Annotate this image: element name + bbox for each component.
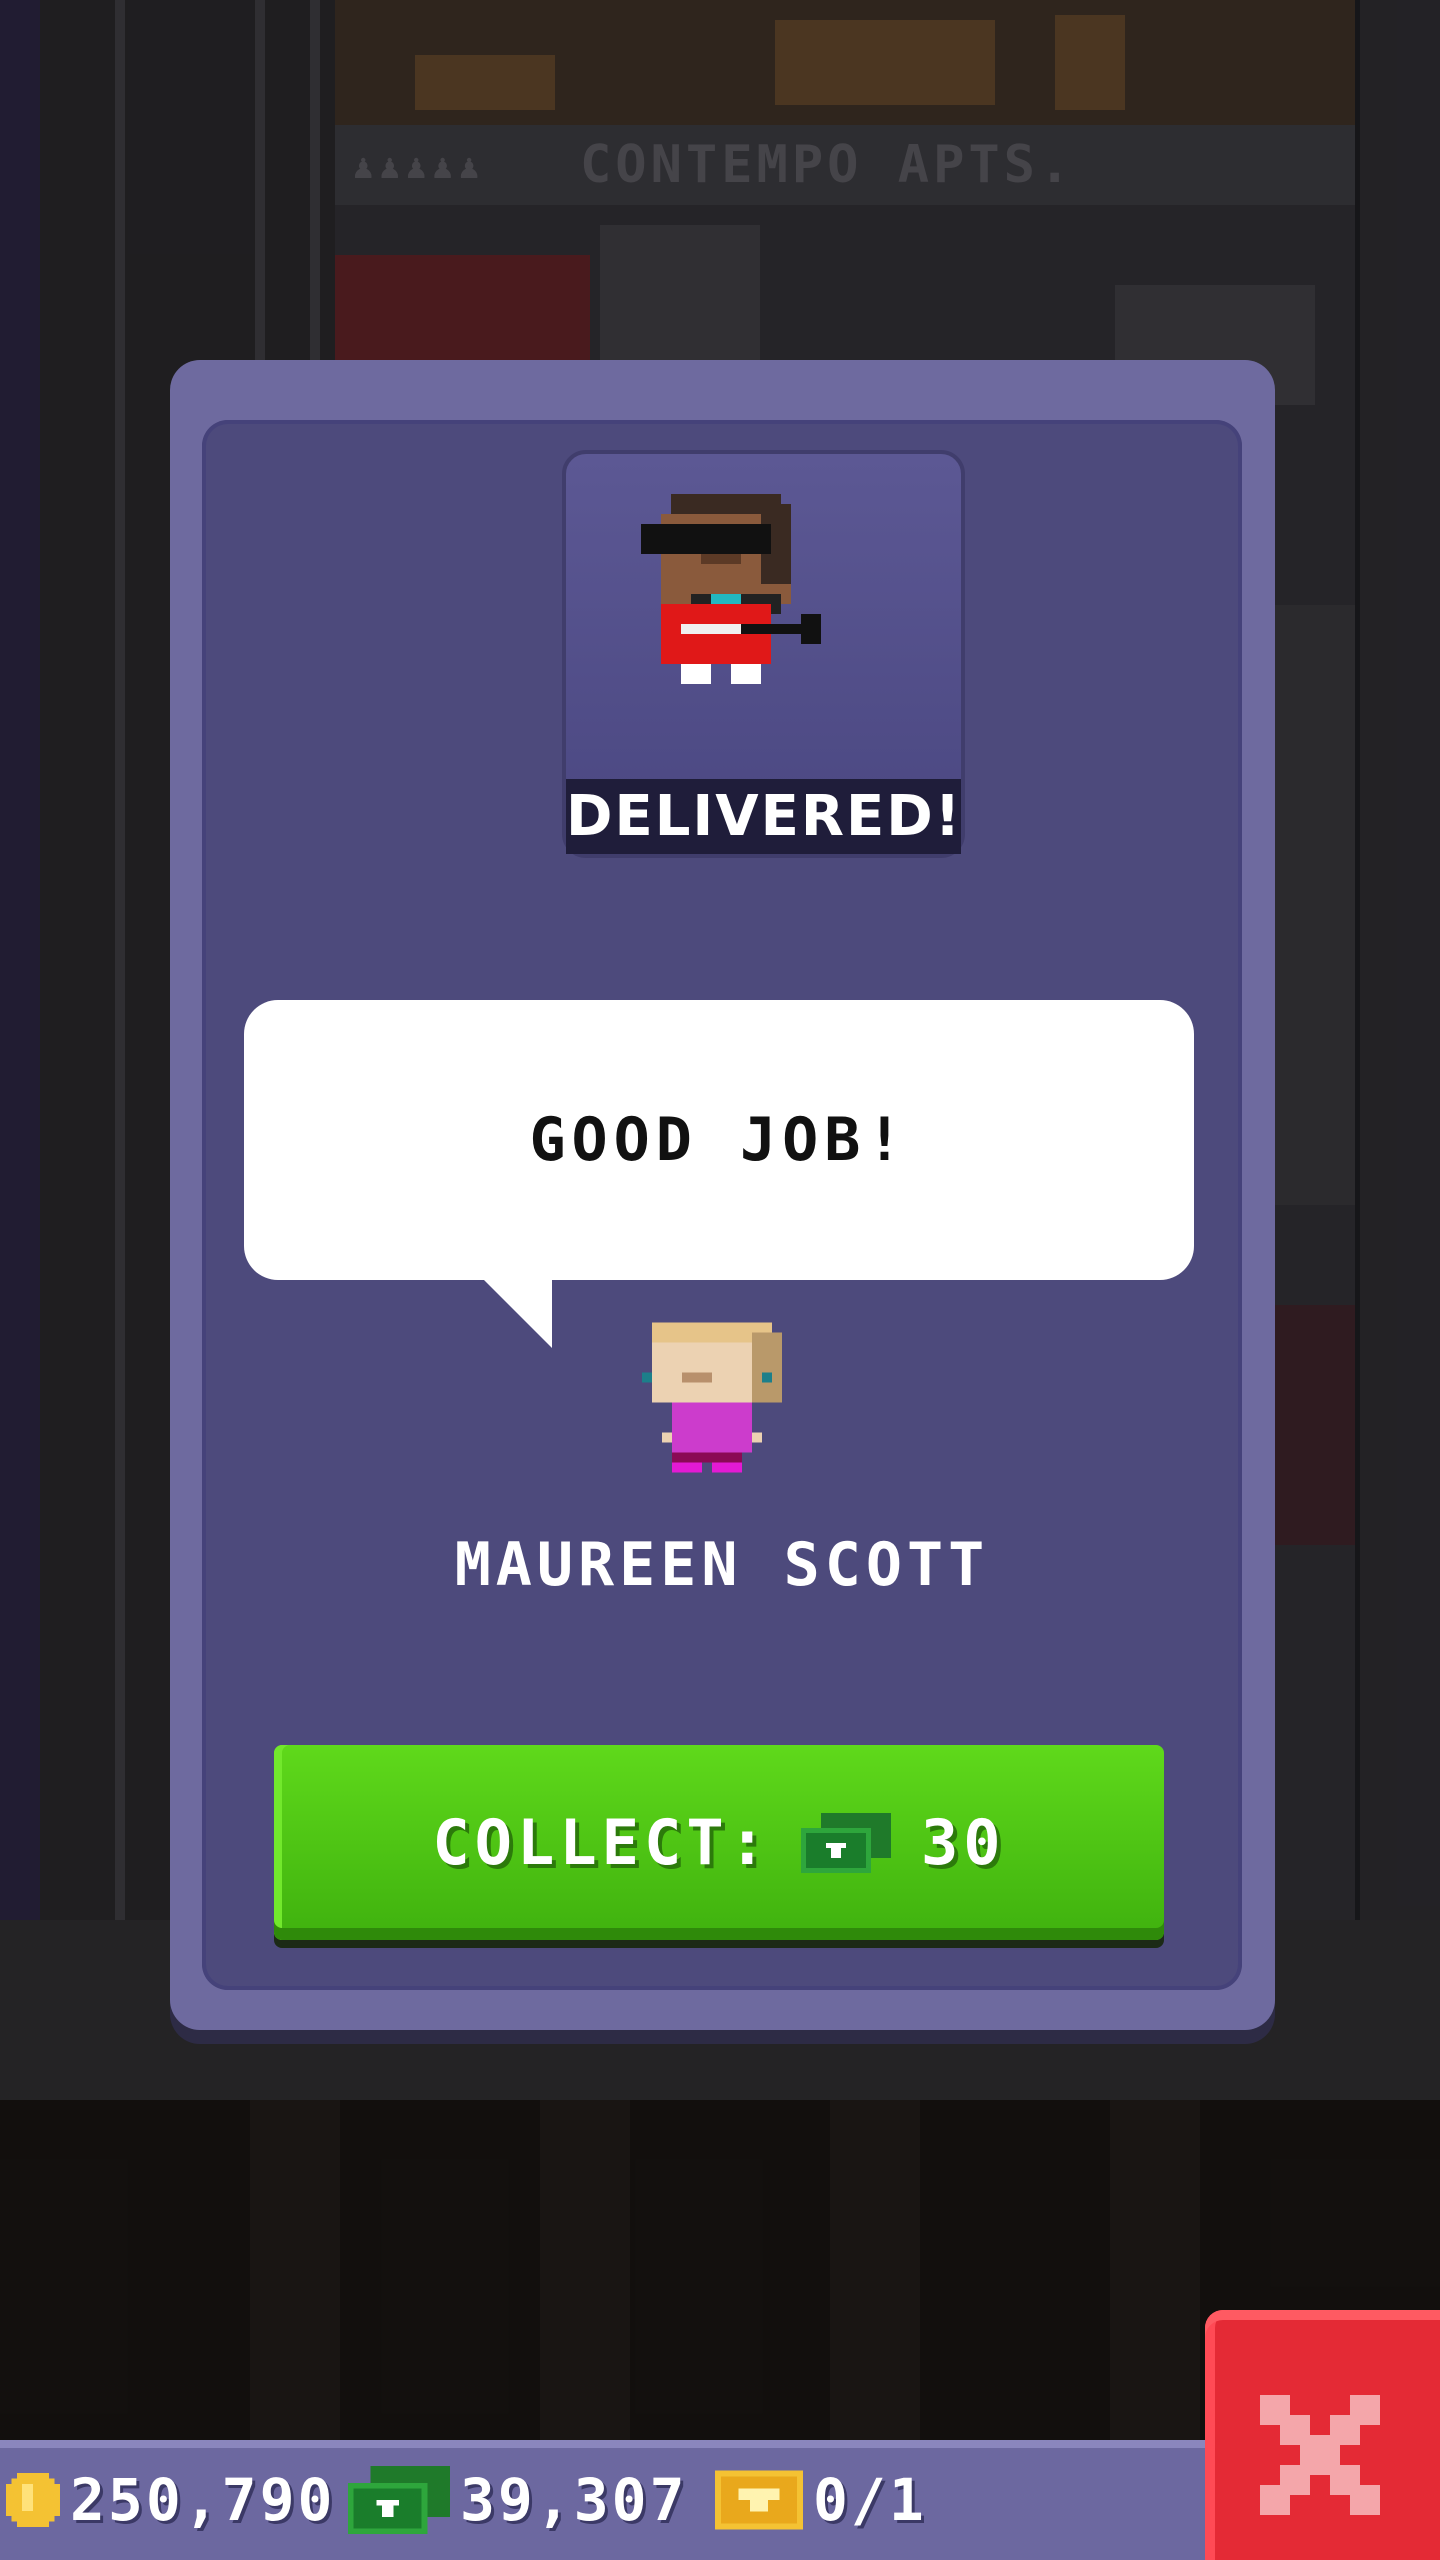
recipient-bitizen-avatar: [642, 1322, 782, 1473]
tower-bux-icon: [348, 2466, 450, 2534]
close-icon: [1260, 2395, 1380, 2515]
recipient-name: MAUREEN SCOTT: [454, 1530, 990, 1600]
delivered-status-label: DELIVERED!: [566, 779, 961, 854]
collect-amount: 30: [920, 1806, 1006, 1879]
speech-bubble-tail: [482, 1278, 552, 1348]
coins-counter: 250,790: [6, 2440, 335, 2560]
golden-ticket-icon: [715, 2470, 803, 2530]
bux-value: 39,307: [460, 2466, 688, 2534]
dialog-body: DELIVERED! GOOD JOB! MAUREEN SCOTT COLLE…: [202, 420, 1242, 1990]
coin-icon: [6, 2473, 60, 2527]
currency-hud: 250,790 39,307 0/1: [0, 2440, 1210, 2560]
bux-counter: 39,307: [348, 2440, 688, 2560]
coins-value: 250,790: [70, 2466, 336, 2534]
tickets-counter: 0/1: [715, 2440, 927, 2560]
collect-label: COLLECT:: [432, 1806, 771, 1879]
speech-text: GOOD JOB!: [529, 1105, 909, 1175]
tickets-value: 0/1: [813, 2466, 927, 2534]
speech-bubble: GOOD JOB!: [244, 1000, 1194, 1280]
delivered-bitizen-avatar: [641, 494, 821, 684]
delivery-portrait: DELIVERED!: [562, 450, 965, 858]
tower-bux-icon: [800, 1812, 891, 1873]
collect-button[interactable]: COLLECT: 30: [274, 1745, 1164, 1940]
close-button[interactable]: [1205, 2310, 1440, 2560]
delivery-dialog: DELIVERED! GOOD JOB! MAUREEN SCOTT COLLE…: [170, 360, 1275, 2030]
